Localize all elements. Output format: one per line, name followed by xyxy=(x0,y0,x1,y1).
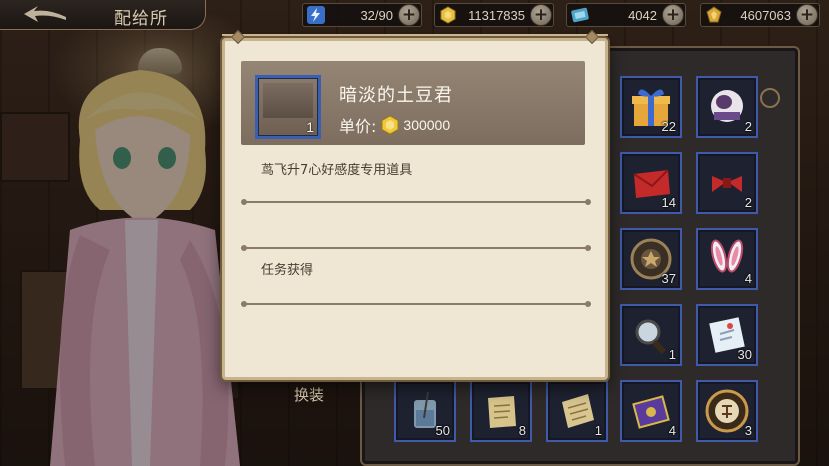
gold-value: 11317835 xyxy=(468,8,525,23)
inventory-slot[interactable]: 8 xyxy=(470,380,532,442)
costume-item-icon xyxy=(711,90,743,122)
inventory-slot[interactable]: 22 xyxy=(620,76,682,138)
item-count: 8 xyxy=(518,423,526,438)
divider xyxy=(241,245,591,251)
add-medal-button[interactable]: + xyxy=(796,4,818,26)
add-gem-button[interactable]: + xyxy=(662,4,684,26)
gold-medal-icon xyxy=(706,6,722,23)
scroll-icon xyxy=(488,396,516,428)
item-detail-popup: 1 暗淡的土豆君 单价: 300000 茑飞升7心好感度专用道具 任务获得 xyxy=(222,29,608,380)
inventory-slot[interactable]: 37 xyxy=(620,228,682,290)
item-count: 3 xyxy=(744,423,752,438)
popup-frame xyxy=(222,34,608,42)
item-count: 50 xyxy=(435,423,450,438)
item-icon-slot: 1 xyxy=(255,75,321,139)
price-label: 单价: xyxy=(339,117,377,136)
gold-coin-icon xyxy=(381,115,399,135)
add-gold-button[interactable]: + xyxy=(530,4,552,26)
item-source: 任务获得 xyxy=(261,263,314,278)
blue-gem-icon xyxy=(571,7,589,23)
item-count: 1 xyxy=(594,423,602,438)
divider xyxy=(241,199,591,205)
item-count: 2 xyxy=(744,119,752,134)
panel-ornament xyxy=(760,88,780,108)
gem-counter: 4042 + xyxy=(566,3,686,27)
magnifier-icon xyxy=(635,319,667,355)
item-name: 暗淡的土豆君 xyxy=(339,85,453,106)
item-description: 茑飞升7心好感度专用道具 xyxy=(261,163,413,178)
item-count: 2 xyxy=(744,195,752,210)
page-title: 配给所 xyxy=(114,9,168,29)
inventory-slot[interactable]: 4 xyxy=(620,380,682,442)
inventory-slot[interactable]: 3 xyxy=(696,380,758,442)
item-count: 1 xyxy=(306,119,314,135)
item-count: 14 xyxy=(661,195,676,210)
price-value: 300000 xyxy=(403,117,451,133)
inventory-slot[interactable]: 30 xyxy=(696,304,758,366)
back-arrow-icon xyxy=(24,6,66,22)
gem-value: 4042 xyxy=(628,8,657,23)
item-placeholder-icon xyxy=(263,83,313,118)
divider xyxy=(241,301,591,307)
item-count: 22 xyxy=(661,119,676,134)
item-count: 30 xyxy=(737,347,752,362)
inventory-slot[interactable]: 4 xyxy=(696,228,758,290)
inventory-slot[interactable]: 2 xyxy=(696,76,758,138)
inventory-slot[interactable]: 50 xyxy=(394,380,456,442)
inventory-slot[interactable]: 2 xyxy=(696,152,758,214)
gold-coin-icon xyxy=(440,6,456,24)
document-icon xyxy=(562,394,594,428)
inventory-slot[interactable]: 14 xyxy=(620,152,682,214)
add-stamina-button[interactable]: + xyxy=(398,4,420,26)
item-count: 4 xyxy=(668,423,676,438)
medal-counter: 4607063 + xyxy=(700,3,820,27)
item-count: 1 xyxy=(668,347,676,362)
lightning-icon xyxy=(307,6,325,24)
inventory-slot[interactable]: 1 xyxy=(546,380,608,442)
change-outfit-label[interactable]: 换装 xyxy=(294,384,324,405)
red-ribbon-icon xyxy=(712,176,742,192)
bunny-ears-icon xyxy=(710,239,744,273)
item-count: 37 xyxy=(661,271,676,286)
stamina-value: 32/90 xyxy=(360,8,393,23)
stamina-counter: 32/90 + xyxy=(302,3,422,27)
inventory-slot[interactable]: 1 xyxy=(620,304,682,366)
princess-seal-icon xyxy=(705,389,749,433)
purple-card-icon xyxy=(632,395,670,429)
price-row: 单价: 300000 xyxy=(339,114,450,136)
medal-value: 4607063 xyxy=(740,8,791,23)
title-plate: 配给所 xyxy=(0,0,206,30)
top-bar: 配给所 32/90 + 11317835 + 4042 + 4607063 + xyxy=(0,0,829,34)
back-button[interactable] xyxy=(18,3,70,27)
gold-counter: 11317835 + xyxy=(434,3,554,27)
item-count: 4 xyxy=(744,271,752,286)
